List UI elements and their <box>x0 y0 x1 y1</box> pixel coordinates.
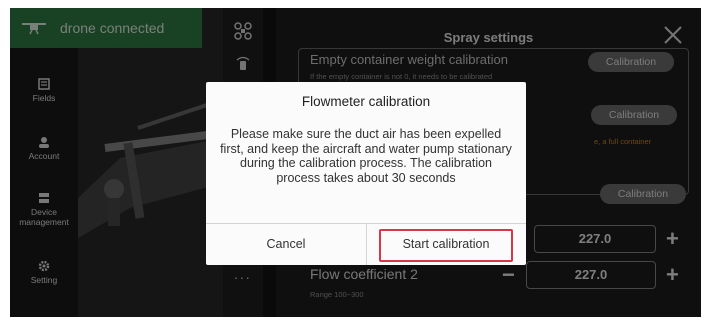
app-screen: Fields Account Device management Setting <box>10 8 701 317</box>
start-calibration-highlight <box>379 229 513 262</box>
dialog-title: Flowmeter calibration <box>301 94 431 109</box>
dialog-message: Please make sure the duct air has been e… <box>220 127 512 185</box>
flowmeter-calibration-dialog: Flowmeter calibration Please make sure t… <box>206 82 526 265</box>
cancel-button[interactable]: Cancel <box>206 224 366 265</box>
